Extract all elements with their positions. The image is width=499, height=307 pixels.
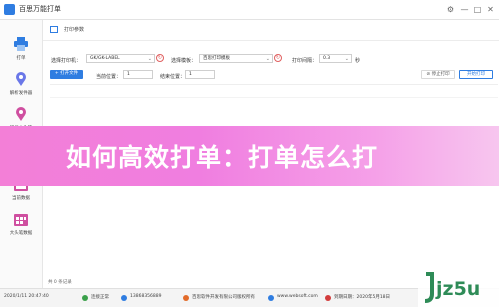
open-file-label: 打开文件 xyxy=(60,71,79,76)
connection-status-icon xyxy=(82,295,88,301)
banner-text: 如何高效打单：打单怎么打 xyxy=(66,143,379,172)
phone-icon xyxy=(121,295,127,301)
refresh-template-icon[interactable]: ↻ xyxy=(274,54,282,62)
status-connection: 连接正常 xyxy=(91,295,109,300)
maximize-button[interactable]: □ xyxy=(471,3,484,16)
grid-calendar-icon xyxy=(14,214,28,226)
svg-text:jz5u: jz5u xyxy=(435,278,480,300)
status-expire: 到期日期：2020年5月18日 xyxy=(334,295,391,300)
interval-select[interactable]: 0.3 ⌄ xyxy=(319,54,352,63)
interval-label: 打印间隔： xyxy=(292,58,318,64)
settings-icon[interactable]: ⚙ xyxy=(444,3,457,16)
current-position-value: 1 xyxy=(127,72,130,77)
end-position-input[interactable]: 1 xyxy=(185,70,215,79)
sidebar-item-print[interactable]: 打单 xyxy=(0,34,42,70)
interval-unit: 秒 xyxy=(355,58,361,64)
promo-banner: 如何高效打单：打单怎么打 xyxy=(0,126,499,186)
table-divider xyxy=(50,97,498,98)
close-button[interactable]: ✕ xyxy=(484,3,497,16)
template-label: 选择模板： xyxy=(171,58,197,64)
tab-bar: 打印参数 xyxy=(43,20,499,41)
chevron-down-icon: ⌄ xyxy=(147,56,152,62)
title-bar: 百思万能打单 ⚙ — □ ✕ xyxy=(0,0,499,20)
current-position-label: 当前位置： xyxy=(96,74,122,80)
stop-print-button[interactable]: ⊘ 停止打印 xyxy=(421,70,455,79)
jz5u-watermark-logo: jz5u xyxy=(418,268,499,307)
sidebar-item-header-data[interactable]: 大头笔数据 xyxy=(0,209,42,245)
tab-print-params[interactable]: 打印参数 xyxy=(64,26,84,33)
sidebar-item-label: 打单 xyxy=(16,56,26,61)
copyright-icon xyxy=(183,295,189,301)
record-count: 共 0 条记录 xyxy=(48,280,72,285)
printer-select[interactable]: GK/GK-LABEL ⌄ xyxy=(86,54,155,63)
app-logo-icon xyxy=(4,4,15,15)
status-company: 百思软件开发有限公司版权所有 xyxy=(192,295,255,300)
clock-icon xyxy=(325,295,331,301)
settings-tab-icon xyxy=(50,26,58,33)
template-select-value: 百思打印模板 xyxy=(203,56,230,61)
app-window: 百思万能打单 ⚙ — □ ✕ 打单 解析发件器 当前数据 大头笔数据 打印参数 … xyxy=(0,0,499,307)
sidebar-item-label: 大头笔数据 xyxy=(9,231,33,236)
status-phone: 13868356889 xyxy=(130,294,162,299)
printer-icon xyxy=(14,37,28,51)
chevron-down-icon: ⌄ xyxy=(344,56,349,62)
current-position-input[interactable]: 1 xyxy=(123,70,153,79)
interval-select-value: 0.3 xyxy=(323,56,331,61)
start-print-label: 开始打印 xyxy=(467,72,485,77)
start-print-button[interactable]: 开始打印 xyxy=(459,70,493,79)
sidebar-item-label: 当前数据 xyxy=(12,196,30,201)
sidebar-item-parse-sender[interactable]: 解析发件器 xyxy=(0,69,42,105)
stop-print-label: 停止打印 xyxy=(431,72,450,77)
open-file-button[interactable]: + 打开文件 xyxy=(50,70,83,79)
status-datetime: 2020/1/11 20:47:40 xyxy=(4,294,49,299)
pin-icon xyxy=(16,107,26,121)
minimize-button[interactable]: — xyxy=(458,3,471,16)
refresh-printer-icon[interactable]: ↻ xyxy=(156,54,164,62)
printer-label: 选择打印机： xyxy=(51,58,82,64)
end-position-label: 结束位置： xyxy=(160,74,186,80)
sidebar-item-label: 解析发件器 xyxy=(9,91,33,96)
location-icon xyxy=(16,72,26,86)
end-position-value: 1 xyxy=(189,72,192,77)
chevron-down-icon: ⌄ xyxy=(265,56,270,62)
template-select[interactable]: 百思打印模板 ⌄ xyxy=(199,54,273,63)
window-title: 百思万能打单 xyxy=(19,5,61,13)
status-website[interactable]: www.websoft.com xyxy=(277,294,318,299)
printer-select-value: GK/GK-LABEL xyxy=(90,56,120,61)
globe-icon xyxy=(268,295,274,301)
